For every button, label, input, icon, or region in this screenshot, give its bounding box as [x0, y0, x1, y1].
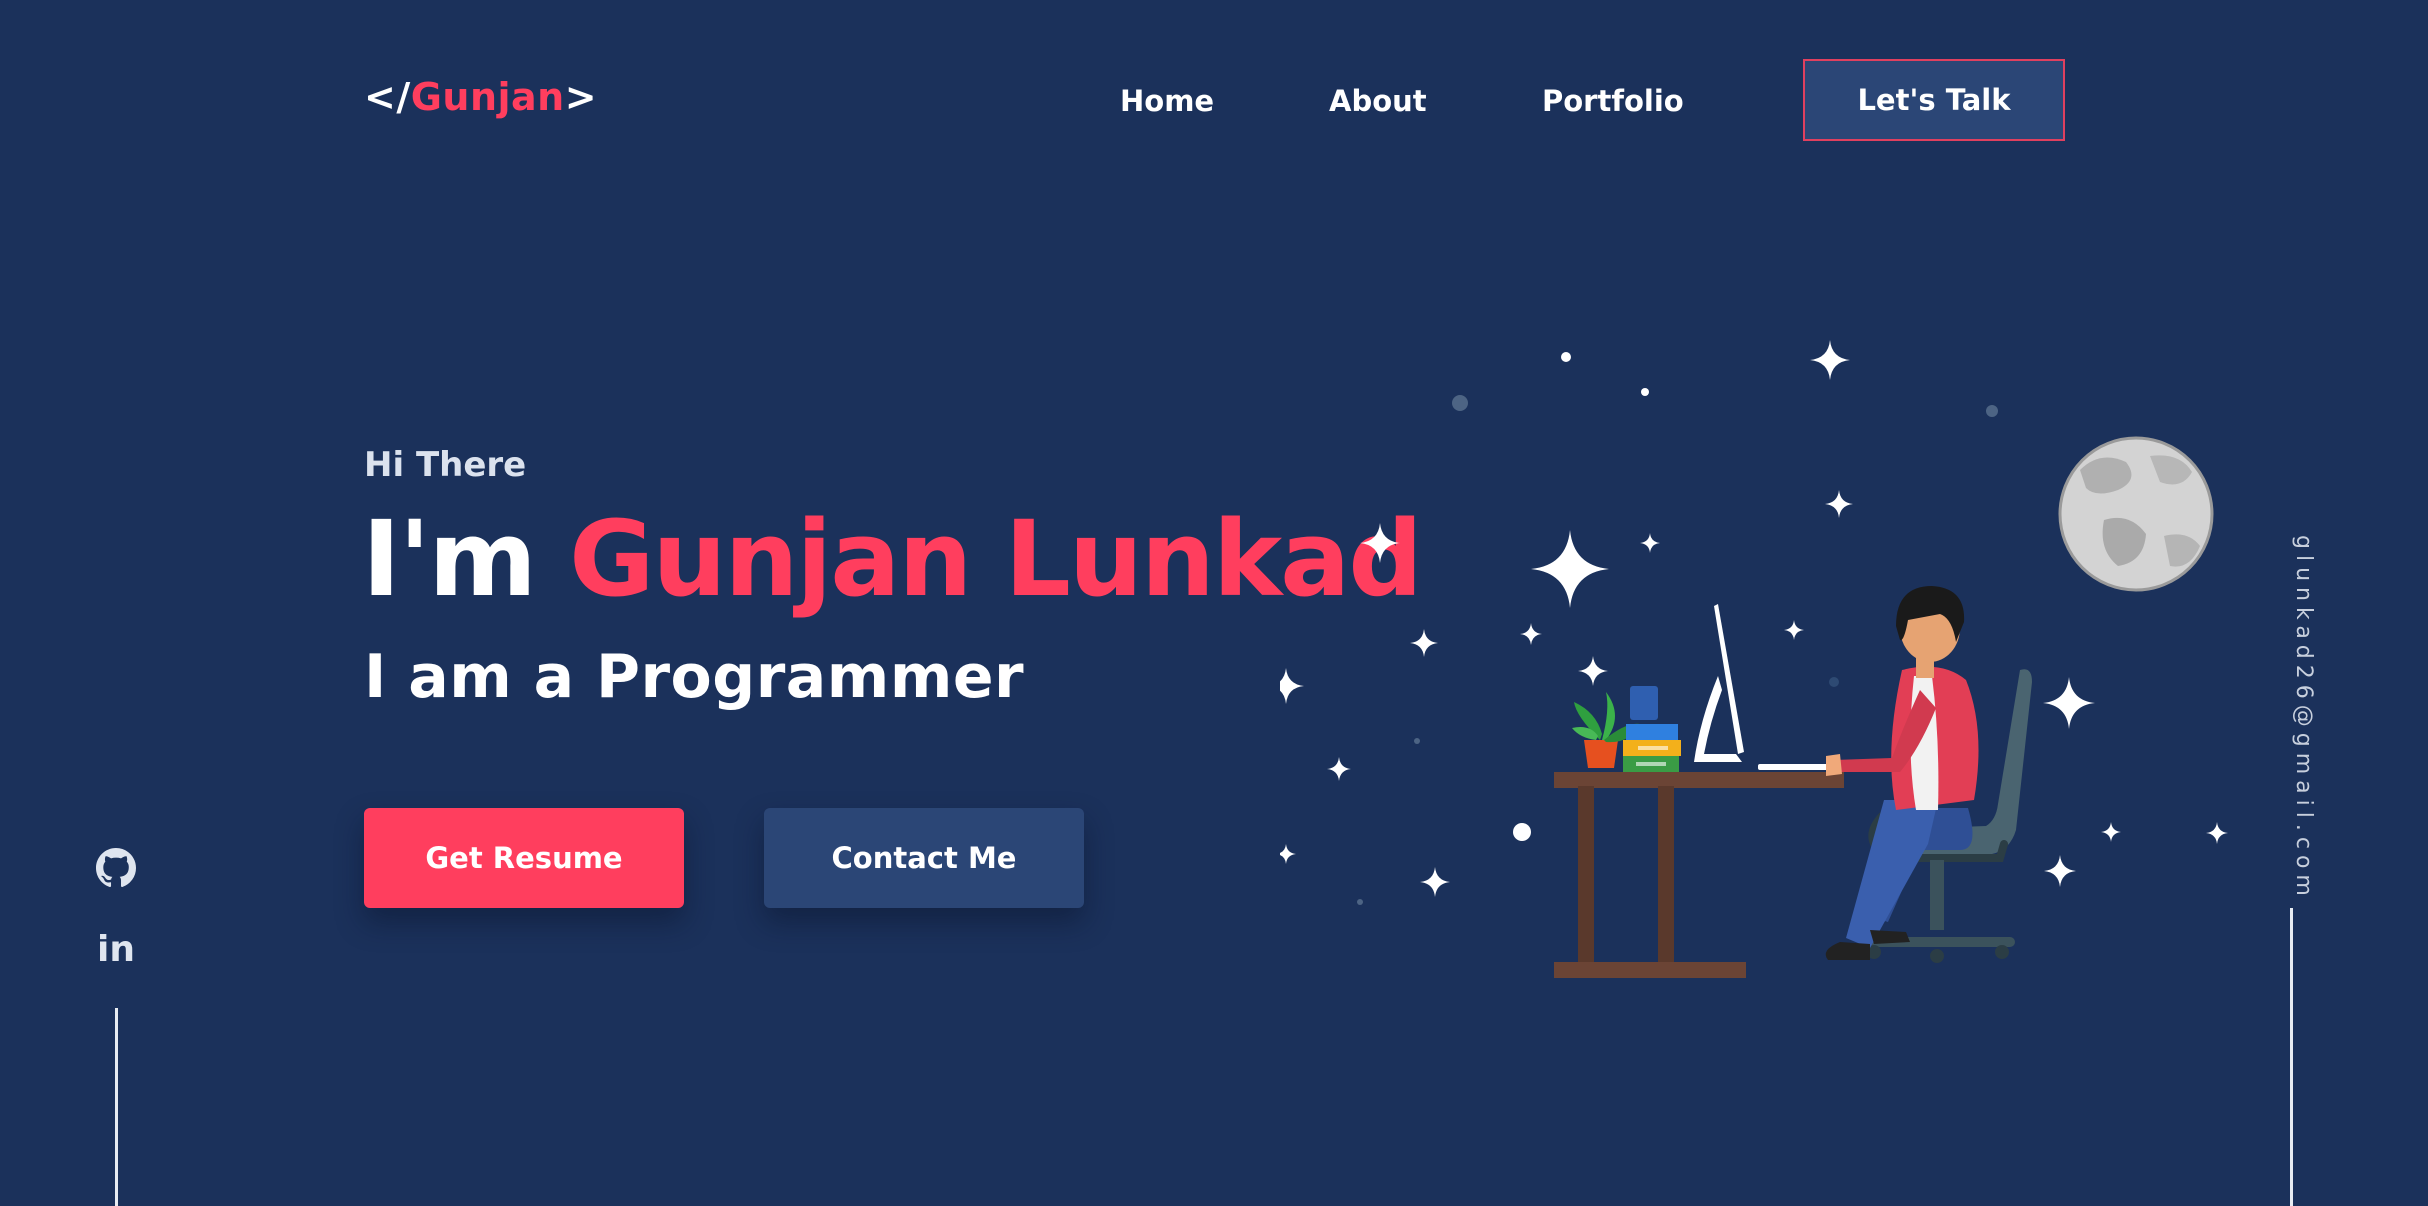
role-text: I am a Programmer [364, 642, 1025, 712]
lets-talk-button[interactable]: Let's Talk [1803, 59, 2065, 141]
person [1825, 586, 1979, 960]
linkedin-glyph: in [97, 929, 135, 970]
logo-close-bracket: > [564, 75, 598, 119]
logo-open-bracket: </ [364, 75, 411, 119]
github-icon[interactable] [96, 848, 136, 888]
books [1623, 686, 1681, 772]
nav-home[interactable]: Home [1120, 84, 1214, 118]
headline: I'm Gunjan Lunkad [362, 502, 1423, 616]
headline-intro: I'm [362, 498, 570, 620]
logo-name: Gunjan [410, 75, 565, 119]
nav-portfolio[interactable]: Portfolio [1542, 84, 1684, 118]
desk [1554, 772, 1844, 978]
logo[interactable]: </Gunjan> [364, 75, 597, 119]
linkedin-icon[interactable]: in [96, 930, 136, 970]
contact-me-button[interactable]: Contact Me [764, 808, 1084, 908]
stars [1280, 340, 2228, 905]
left-divider-line [115, 1008, 118, 1206]
nav-about[interactable]: About [1329, 84, 1427, 118]
sidebar-email[interactable]: glunkad26@gmail.com [2291, 535, 2316, 902]
right-divider-line [2290, 908, 2293, 1206]
programmer-illustration [1280, 340, 2228, 978]
moon [2058, 436, 2214, 592]
greeting: Hi There [364, 445, 527, 485]
monitor [1694, 604, 1838, 770]
get-resume-button[interactable]: Get Resume [364, 808, 684, 908]
